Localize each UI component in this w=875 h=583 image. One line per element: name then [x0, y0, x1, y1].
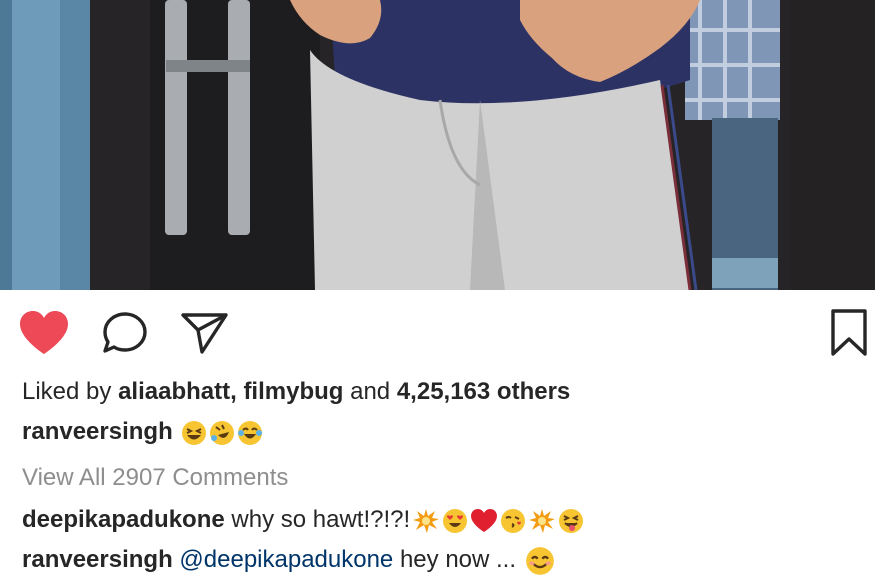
post-photo[interactable]: [0, 0, 875, 290]
bookmark-icon[interactable]: [827, 308, 871, 358]
face-blowing-kiss-icon: [500, 508, 526, 534]
caption: ranveersingh: [22, 412, 862, 452]
comment-row: ranveersingh @deepikapadukone hey now ..…: [22, 540, 862, 580]
speech-bubble-icon[interactable]: [101, 310, 149, 358]
likes-count[interactable]: 4,25,163 others: [397, 378, 570, 405]
collision-icon: [412, 508, 440, 534]
likes-joiner: and: [350, 378, 391, 405]
face-with-tears-of-joy-icon: [237, 420, 263, 446]
collision-icon: [528, 508, 556, 534]
liker-username-1[interactable]: aliaabhatt,: [118, 378, 237, 405]
squinting-face-with-tongue-icon: [558, 508, 584, 534]
likes-summary: Liked by aliaabhatt, filmybug and 4,25,1…: [22, 372, 862, 412]
comment-username[interactable]: deepikapadukone: [22, 506, 225, 533]
comment-mention[interactable]: @deepikapadukone: [179, 546, 393, 573]
instagram-post: Liked by aliaabhatt, filmybug and 4,25,1…: [0, 0, 875, 583]
view-all-comments-link[interactable]: View All 2907 Comments: [22, 456, 862, 500]
smiling-face-with-heart-eyes-icon: [442, 508, 468, 534]
post-photo-image: [0, 0, 875, 290]
comment-text: hey now ...: [399, 546, 517, 573]
red-heart-icon: [470, 508, 498, 534]
rolling-on-floor-laughing-icon: [209, 420, 235, 446]
paper-plane-icon[interactable]: [180, 310, 228, 358]
comment-row: deepikapadukone why so hawt!?!?!: [22, 500, 862, 540]
smiling-face-with-smiling-eyes-icon: [525, 546, 555, 576]
heart-icon[interactable]: [18, 310, 70, 356]
comment-username[interactable]: ranveersingh: [22, 546, 173, 573]
post-action-bar: [0, 290, 875, 370]
post-details: Liked by aliaabhatt, filmybug and 4,25,1…: [22, 372, 862, 580]
caption-username[interactable]: ranveersingh: [22, 418, 173, 445]
grinning-squinting-face-icon: [181, 420, 207, 446]
comment-text: why so hawt!?!?!: [231, 506, 411, 533]
liker-username-2[interactable]: filmybug: [243, 378, 343, 405]
likes-prefix: Liked by: [22, 378, 112, 405]
